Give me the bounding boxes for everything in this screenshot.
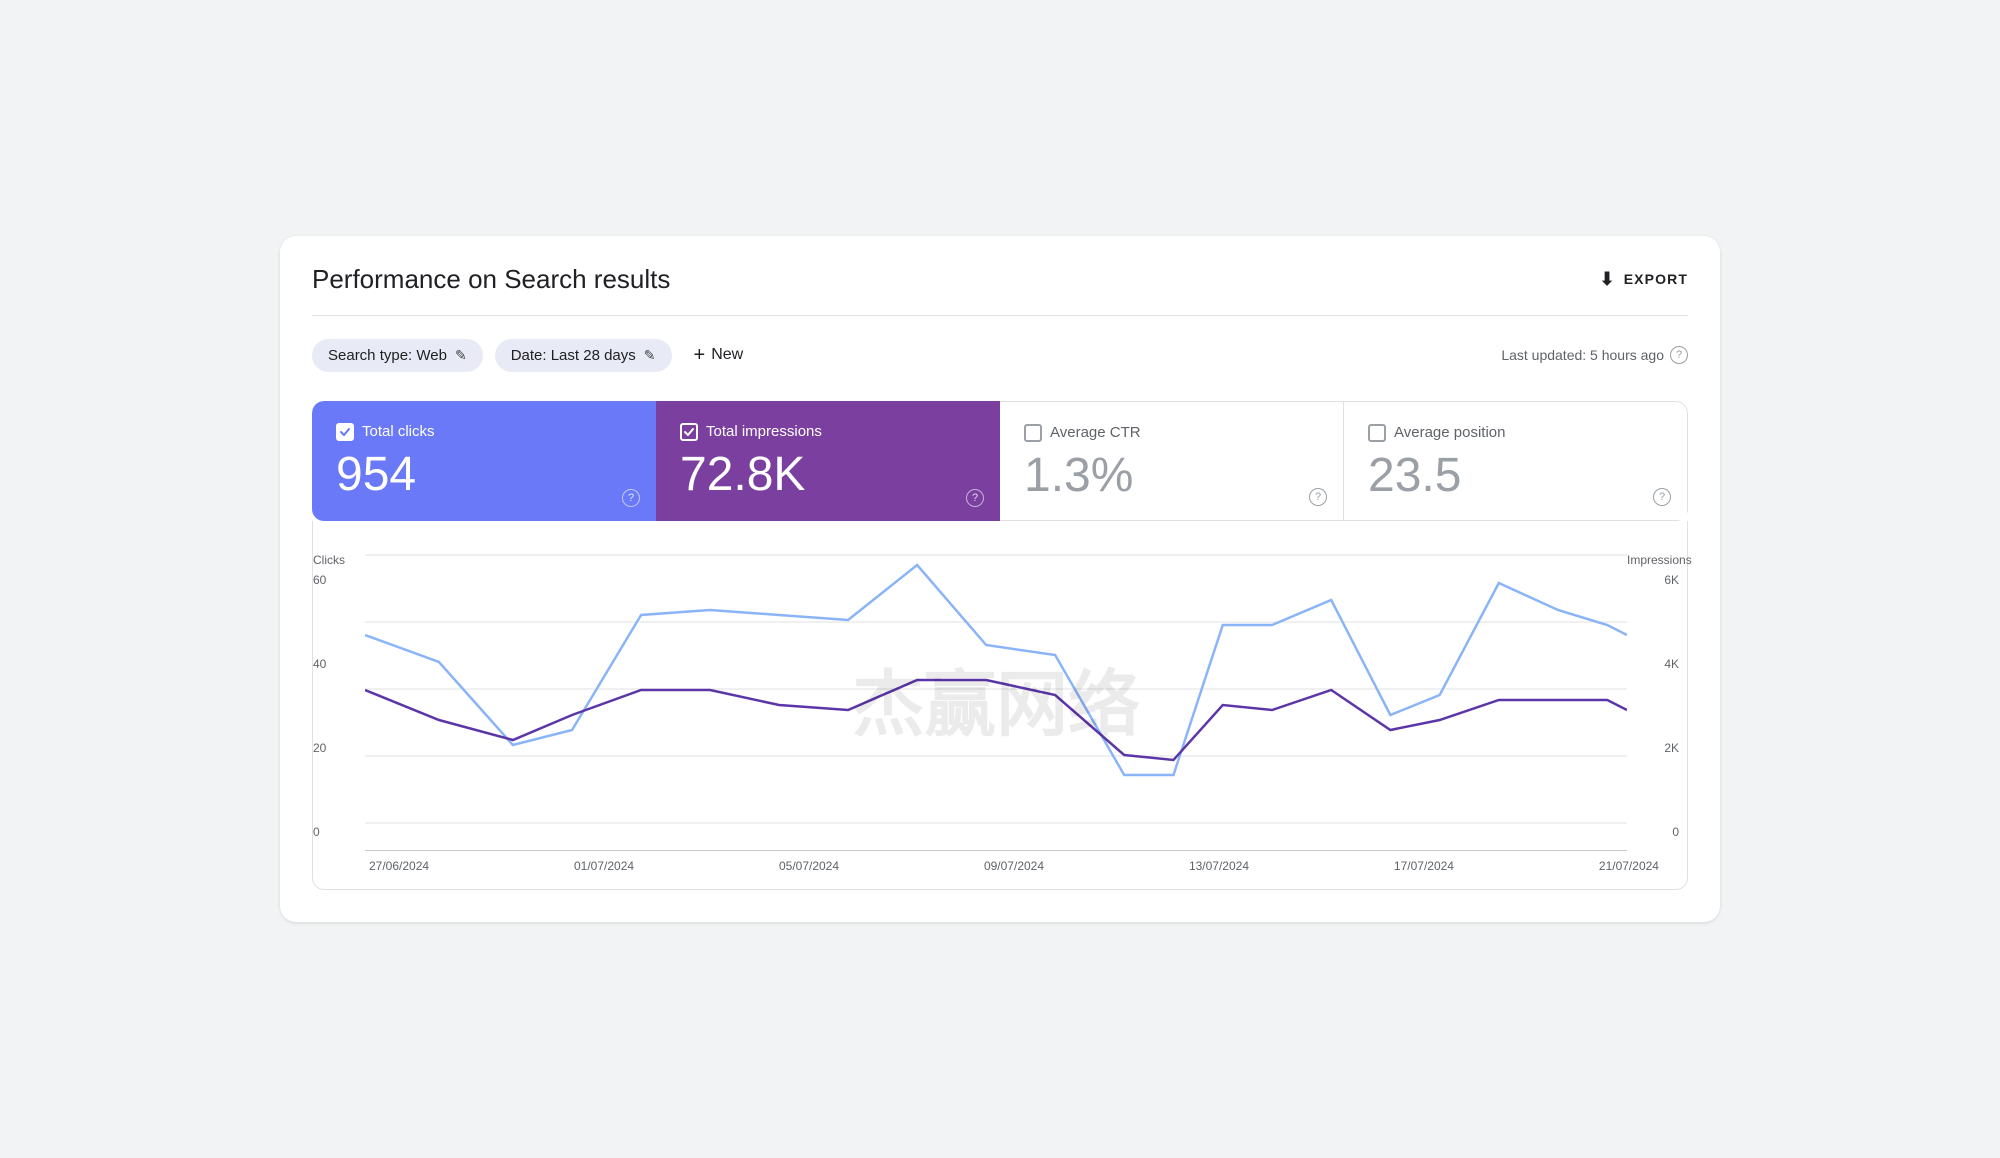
y-right-title: Impressions (1627, 553, 1679, 567)
y-right-4k: 4K (1664, 657, 1679, 671)
y-left-60: 60 (313, 573, 365, 587)
main-card: Performance on Search results ⬇ EXPORT S… (280, 236, 1720, 923)
y-axis-right: Impressions 6K 4K 2K 0 (1627, 545, 1679, 850)
y-right-0: 0 (1672, 825, 1679, 839)
ctr-value: 1.3% (1024, 450, 1319, 503)
clicks-label-row: Total clicks (336, 423, 632, 441)
metric-ctr: Average CTR 1.3% ? (1000, 401, 1344, 522)
position-label: Average position (1394, 424, 1505, 441)
filters-row: Search type: Web ✎ Date: Last 28 days ✎ … (312, 338, 1688, 373)
search-type-filter[interactable]: Search type: Web ✎ (312, 339, 483, 372)
impressions-checkbox[interactable] (680, 423, 698, 441)
page-title: Performance on Search results (312, 264, 670, 295)
ctr-help-icon[interactable]: ? (1309, 488, 1327, 506)
metric-clicks: Total clicks 954 ? (312, 401, 656, 522)
chart-container: Clicks 60 40 20 0 杰赢网络 (312, 521, 1688, 890)
ctr-help: ? (1309, 487, 1327, 506)
header-divider (312, 315, 1688, 316)
y-left-40: 40 (313, 657, 365, 671)
position-value: 23.5 (1368, 450, 1663, 503)
clicks-help: ? (622, 488, 640, 507)
x-label-6: 21/07/2024 (1599, 859, 1659, 873)
x-label-3: 09/07/2024 (984, 859, 1044, 873)
metric-position: Average position 23.5 ? (1344, 401, 1688, 522)
metric-impressions: Total impressions 72.8K ? (656, 401, 1000, 522)
date-filter[interactable]: Date: Last 28 days ✎ (495, 339, 672, 372)
last-updated: Last updated: 5 hours ago ? (1501, 346, 1688, 364)
impressions-label-row: Total impressions (680, 423, 976, 441)
x-label-0: 27/06/2024 (369, 859, 429, 873)
position-checkbox[interactable] (1368, 424, 1386, 442)
metrics-row: Total clicks 954 ? Total impressions 72.… (312, 401, 1688, 522)
ctr-label-row: Average CTR (1024, 424, 1319, 442)
y-right-2k: 2K (1664, 741, 1679, 755)
date-label: Date: Last 28 days (511, 347, 636, 364)
chart-svg-area: 杰赢网络 (365, 545, 1627, 850)
x-label-2: 05/07/2024 (779, 859, 839, 873)
plus-icon: + (694, 344, 706, 367)
export-button[interactable]: ⬇ EXPORT (1600, 269, 1689, 290)
ctr-label: Average CTR (1050, 424, 1141, 441)
x-axis-labels: 27/06/2024 01/07/2024 05/07/2024 09/07/2… (313, 851, 1679, 873)
last-updated-text: Last updated: 5 hours ago (1501, 347, 1664, 363)
new-label: New (711, 346, 743, 364)
y-left-20: 20 (313, 741, 365, 755)
position-label-row: Average position (1368, 424, 1663, 442)
edit-search-type-icon: ✎ (455, 347, 467, 364)
chart-svg (365, 545, 1627, 845)
impressions-value: 72.8K (680, 449, 976, 502)
last-updated-help-icon[interactable]: ? (1670, 346, 1688, 364)
clicks-value: 954 (336, 449, 632, 502)
x-label-5: 17/07/2024 (1394, 859, 1454, 873)
impressions-help: ? (966, 488, 984, 507)
search-type-label: Search type: Web (328, 347, 447, 364)
y-left-title: Clicks (313, 553, 365, 567)
ctr-checkbox[interactable] (1024, 424, 1042, 442)
export-icon: ⬇ (1600, 269, 1616, 290)
x-label-4: 13/07/2024 (1189, 859, 1249, 873)
header-row: Performance on Search results ⬇ EXPORT (312, 264, 1688, 295)
impressions-label: Total impressions (706, 423, 822, 440)
x-label-1: 01/07/2024 (574, 859, 634, 873)
clicks-help-icon[interactable]: ? (622, 489, 640, 507)
y-axis-left: Clicks 60 40 20 0 (313, 545, 365, 850)
impressions-help-icon[interactable]: ? (966, 489, 984, 507)
y-left-0: 0 (313, 825, 365, 839)
clicks-label: Total clicks (362, 423, 435, 440)
position-help: ? (1653, 487, 1671, 506)
new-button[interactable]: + New (684, 338, 754, 373)
y-right-6k: 6K (1664, 573, 1679, 587)
edit-date-icon: ✎ (644, 347, 656, 364)
position-help-icon[interactable]: ? (1653, 488, 1671, 506)
clicks-checkbox[interactable] (336, 423, 354, 441)
export-label: EXPORT (1624, 271, 1688, 287)
